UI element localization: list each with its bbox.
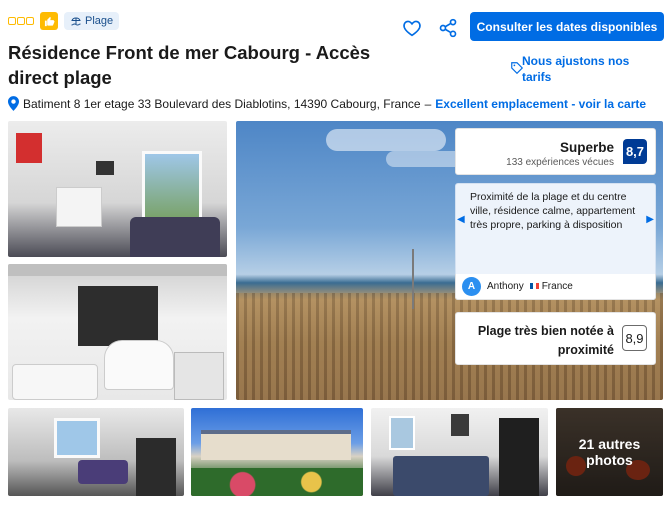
- gallery-photo-more[interactable]: 21 autres photos: [556, 408, 663, 496]
- star-icon: [26, 17, 34, 25]
- address-separator: –: [424, 96, 432, 111]
- reviewer-name: Anthony: [487, 281, 524, 292]
- beach-icon: [71, 17, 81, 26]
- review-quote: Proximité de la plage et du centre ville…: [470, 191, 636, 231]
- avatar: A: [462, 277, 481, 296]
- gallery-photo-grand-hotel[interactable]: [191, 408, 363, 496]
- beach-badge: Plage: [64, 12, 120, 30]
- review-score-card[interactable]: Superbe 133 expériences vécues 8,7: [455, 128, 656, 175]
- beach-badge-label: Plage: [85, 15, 114, 27]
- location-score-label: Plage très bien notée à proximité: [477, 324, 614, 357]
- reviewer-country-wrap: France: [529, 281, 573, 292]
- address-text: Batiment 8 1er etage 33 Boulevard des Di…: [23, 96, 421, 111]
- reviews-count: 133 expériences vécues: [506, 157, 614, 168]
- address-row: Batiment 8 1er etage 33 Boulevard des Di…: [8, 96, 646, 111]
- gallery-photo-bedroom[interactable]: [371, 408, 548, 496]
- reviewer-info: A Anthony France: [455, 274, 656, 300]
- map-pin-icon: [8, 96, 19, 111]
- location-score-card[interactable]: Plage très bien notée à proximité 8,9: [455, 312, 656, 365]
- star-rating: [8, 17, 34, 25]
- rating-word: Superbe: [559, 140, 614, 155]
- price-match-link[interactable]: Nous ajustons nos tarifs: [508, 53, 658, 85]
- price-match-label: Nous ajustons nos tarifs: [522, 54, 630, 84]
- heart-icon[interactable]: [400, 16, 424, 40]
- review-score-badge: 8,7: [623, 139, 647, 164]
- location-score-badge: 8,9: [622, 325, 647, 351]
- star-icon: [17, 17, 25, 25]
- gallery-photo-lounge[interactable]: [8, 408, 184, 496]
- map-link[interactable]: Excellent emplacement - voir la carte: [435, 97, 646, 111]
- price-tag-icon: [511, 62, 524, 75]
- star-icon: [8, 17, 16, 25]
- more-photos-overlay[interactable]: 21 autres photos: [556, 408, 663, 496]
- property-title: Résidence Front de mer Cabourg - Accès d…: [8, 42, 371, 88]
- gallery-photo-living-room[interactable]: [8, 121, 227, 257]
- france-flag-icon: [529, 283, 539, 290]
- reviewer-country: France: [541, 281, 573, 292]
- more-photos-label: photos: [586, 452, 633, 468]
- chevron-left-icon[interactable]: ◀: [457, 214, 465, 225]
- chevron-right-icon[interactable]: ▶: [646, 214, 654, 225]
- rating-row: Plage: [8, 10, 120, 32]
- more-photos-count: 21 autres: [578, 436, 641, 452]
- share-icon[interactable]: [436, 16, 460, 40]
- check-availability-button[interactable]: Consulter les dates disponibles: [470, 12, 664, 41]
- gallery-photo-bathroom[interactable]: [8, 264, 227, 400]
- thumbs-up-icon: [40, 12, 58, 30]
